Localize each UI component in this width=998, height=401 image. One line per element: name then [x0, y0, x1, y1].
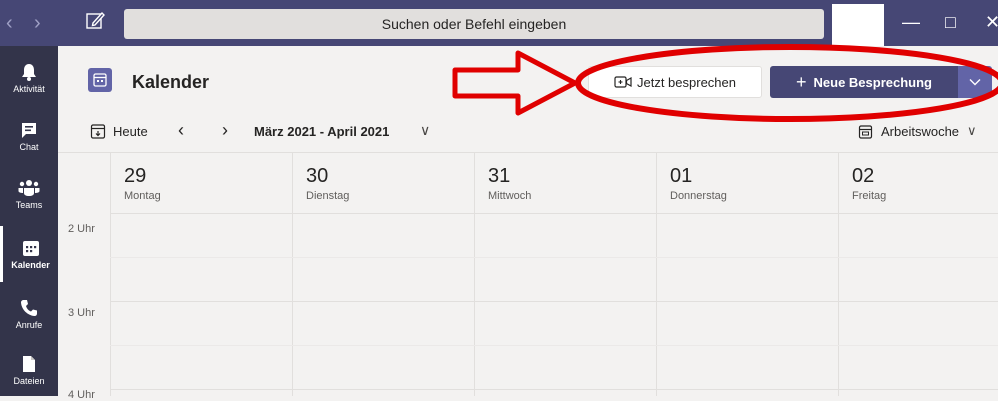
search-placeholder: Suchen oder Befehl eingeben	[381, 16, 567, 32]
chevron-down-icon: ∨	[967, 123, 977, 138]
calendar-toolbar: Heute ‹ › März 2021 - April 2021 ∨ Arbei…	[58, 112, 998, 153]
next-week-icon[interactable]: ›	[222, 120, 228, 141]
minimize-icon[interactable]: —	[902, 12, 920, 33]
day-column-divider	[474, 213, 475, 396]
day-number: 31	[488, 165, 511, 187]
nav-label-calls: Anrufe	[15, 319, 43, 330]
week-grid: 29 Montag 30 Dienstag 31 Mittwoch 01 Don…	[58, 153, 998, 401]
day-header[interactable]: 30 Dienstag	[292, 153, 474, 213]
chevron-down-icon[interactable]: ∨	[420, 122, 430, 139]
title-bar: ‹ › Suchen oder Befehl eingeben — □ ✕	[0, 0, 998, 46]
video-camera-icon	[614, 76, 632, 88]
teams-icon	[18, 179, 40, 196]
nav-item-files[interactable]: Dateien	[0, 342, 58, 398]
forward-arrow-icon[interactable]: ›	[34, 12, 41, 35]
day-name: Donnerstag	[670, 190, 727, 202]
nav-item-teams[interactable]: Teams	[0, 166, 58, 222]
plus-icon: +	[796, 71, 807, 92]
calendar-today-icon	[90, 124, 106, 139]
close-icon[interactable]: ✕	[985, 12, 998, 33]
avatar[interactable]	[832, 4, 884, 46]
day-number: 02	[852, 165, 875, 187]
day-number: 01	[670, 165, 693, 187]
nav-item-chat[interactable]: Chat	[0, 108, 58, 164]
hour-label: 2 Uhr	[68, 223, 95, 235]
bell-icon	[22, 63, 36, 81]
nav-item-calendar[interactable]: Kalender	[0, 226, 58, 282]
phone-icon	[21, 299, 37, 316]
today-label: Heute	[113, 123, 148, 139]
new-meeting-label: Neue Besprechung	[813, 74, 932, 90]
maximize-icon[interactable]: □	[945, 12, 956, 33]
day-number: 30	[306, 165, 329, 187]
day-column-divider	[838, 213, 839, 396]
nav-label-chat: Chat	[19, 141, 39, 152]
new-meeting-button[interactable]: + Neue Besprechung	[770, 66, 958, 98]
previous-week-icon[interactable]: ‹	[178, 120, 184, 141]
day-header[interactable]: 01 Donnerstag	[656, 153, 838, 213]
today-button[interactable]: Heute	[90, 123, 148, 139]
day-header[interactable]: 31 Mittwoch	[474, 153, 656, 213]
calendar-app-icon	[88, 68, 112, 92]
chat-icon	[22, 122, 36, 138]
nav-item-activity[interactable]: Aktivität	[0, 50, 58, 106]
view-switcher[interactable]: Arbeitswoche ∨	[858, 123, 977, 139]
nav-label-calendar: Kalender	[11, 259, 50, 270]
app-bar: Aktivität Chat Teams Kalender Anrufe Dat…	[0, 46, 58, 396]
file-icon	[23, 355, 35, 372]
chevron-down-icon	[969, 79, 981, 86]
day-name: Dienstag	[306, 190, 350, 202]
day-name: Mittwoch	[488, 190, 532, 202]
nav-label-activity: Aktivität	[13, 83, 45, 94]
hour-label: 4 Uhr	[68, 389, 95, 401]
calendar-icon	[22, 240, 39, 256]
nav-label-teams: Teams	[15, 199, 43, 210]
day-number: 29	[124, 165, 147, 187]
hour-gridline	[110, 213, 998, 214]
hour-label: 3 Uhr	[68, 307, 95, 319]
page-title: Kalender	[132, 72, 210, 92]
hour-gridline	[110, 301, 998, 302]
day-name: Freitag	[852, 190, 887, 202]
hour-gridline	[110, 389, 998, 390]
day-name: Montag	[124, 190, 161, 202]
meet-now-button[interactable]: Jetzt besprechen	[588, 66, 762, 98]
search-input[interactable]: Suchen oder Befehl eingeben	[124, 9, 824, 39]
day-column-divider	[110, 213, 111, 396]
calendar-week-icon	[858, 124, 873, 139]
day-header[interactable]: 02 Freitag	[838, 153, 998, 213]
day-column-divider	[656, 213, 657, 396]
calendar-header: Kalender Jetzt besprechen + Neue Besprec…	[58, 46, 998, 113]
compose-icon[interactable]	[84, 10, 106, 32]
day-header[interactable]: 29 Montag	[110, 153, 292, 213]
half-hour-gridline	[110, 345, 998, 346]
nav-label-files: Dateien	[13, 375, 45, 386]
view-label: Arbeitswoche	[881, 123, 960, 139]
meet-now-label: Jetzt besprechen	[636, 74, 736, 90]
date-range[interactable]: März 2021 - April 2021	[254, 124, 389, 139]
new-meeting-dropdown[interactable]	[958, 66, 992, 98]
back-arrow-icon[interactable]: ‹	[6, 12, 13, 35]
day-column-divider	[292, 213, 293, 396]
half-hour-gridline	[110, 257, 998, 258]
nav-item-calls[interactable]: Anrufe	[0, 286, 58, 342]
